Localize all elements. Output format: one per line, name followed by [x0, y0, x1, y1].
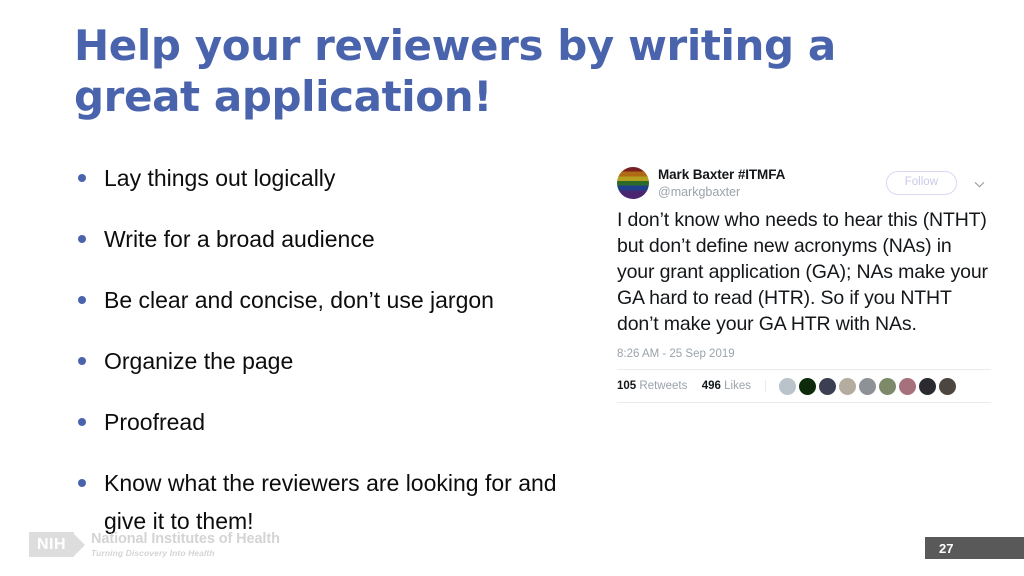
tweet-body-text: I don’t know who needs to hear this (NTH…	[617, 209, 988, 335]
tweet-timestamp: 8:26 AM - 25 Sep 2019	[617, 347, 735, 360]
liker-avatar[interactable]	[878, 377, 896, 395]
list-item: Be clear and concise, don’t use jargon	[70, 282, 580, 320]
nih-logo: NIH National Institutes of Health Turnin…	[29, 531, 280, 559]
follow-button[interactable]: Follow	[885, 171, 957, 195]
bullet-dot-icon	[78, 417, 86, 426]
retweets-count: 105	[617, 380, 637, 393]
tweet-header: Mark Baxter #ITMFA @markgbaxter Follow	[617, 160, 991, 199]
nih-monogram: NIH	[29, 532, 74, 558]
list-item: Organize the page	[70, 343, 580, 381]
chevron-down-icon[interactable]	[974, 177, 985, 188]
list-item-label: Proofread	[104, 408, 206, 435]
likes-label: Likes	[724, 380, 751, 393]
liker-avatar[interactable]	[778, 377, 796, 395]
list-item-label: Know what the reviewers are looking for …	[104, 469, 557, 534]
page-number-bar: 27	[925, 537, 1024, 559]
liker-avatar[interactable]	[818, 377, 836, 395]
nih-title: National Institutes of Health	[91, 531, 280, 547]
bullet-dot-icon	[78, 478, 86, 487]
liker-avatar[interactable]	[798, 377, 816, 395]
list-item-label: Lay things out logically	[104, 165, 336, 191]
list-item-label: Write for a broad audience	[104, 225, 375, 252]
retweets-label: Retweets	[639, 380, 688, 393]
liker-avatar[interactable]	[838, 377, 856, 395]
list-item: Write for a broad audience	[70, 221, 580, 259]
liker-avatar[interactable]	[858, 377, 876, 395]
tweet-engagement-counts: 105 Retweets 496 Likes	[617, 380, 766, 393]
bullet-dot-icon	[78, 234, 86, 243]
tweet-stats-row: 105 Retweets 496 Likes	[617, 370, 991, 402]
liker-avatar[interactable]	[938, 377, 956, 395]
tweet-handle: @markgbaxter	[658, 184, 741, 199]
list-item: Proofread	[70, 404, 580, 442]
list-item-label: Be clear and concise, don’t use jargon	[104, 286, 494, 313]
nih-tagline: Turning Discovery Into Health	[91, 548, 215, 559]
tweet-author: Mark Baxter #ITMFA @markgbaxter	[658, 166, 785, 199]
bullet-list: Lay things out logically Write for a bro…	[70, 160, 580, 541]
bullet-dot-icon	[78, 295, 86, 304]
divider	[617, 401, 991, 403]
bullet-dot-icon	[78, 356, 86, 365]
nih-wordmark: National Institutes of Health Turning Di…	[91, 531, 280, 559]
list-item-label: Organize the page	[104, 347, 294, 374]
page-number: 27	[939, 540, 954, 556]
liker-avatar[interactable]	[898, 377, 916, 395]
tweet-display-name: Mark Baxter #ITMFA	[658, 167, 786, 182]
liker-avatar-list	[766, 377, 956, 395]
list-item: Know what the reviewers are looking for …	[70, 465, 580, 541]
tweet-card: Mark Baxter #ITMFA @markgbaxter Follow I…	[617, 160, 991, 403]
liker-avatar[interactable]	[918, 377, 936, 395]
likes-count: 496	[701, 380, 721, 393]
avatar	[617, 167, 649, 199]
bullet-dot-icon	[78, 174, 86, 182]
list-item: Lay things out logically	[70, 160, 580, 198]
page-title: Help your reviewers by writing a great a…	[74, 21, 836, 122]
nih-mark-icon: NIH	[29, 532, 85, 558]
chevron-right-icon	[73, 532, 85, 557]
